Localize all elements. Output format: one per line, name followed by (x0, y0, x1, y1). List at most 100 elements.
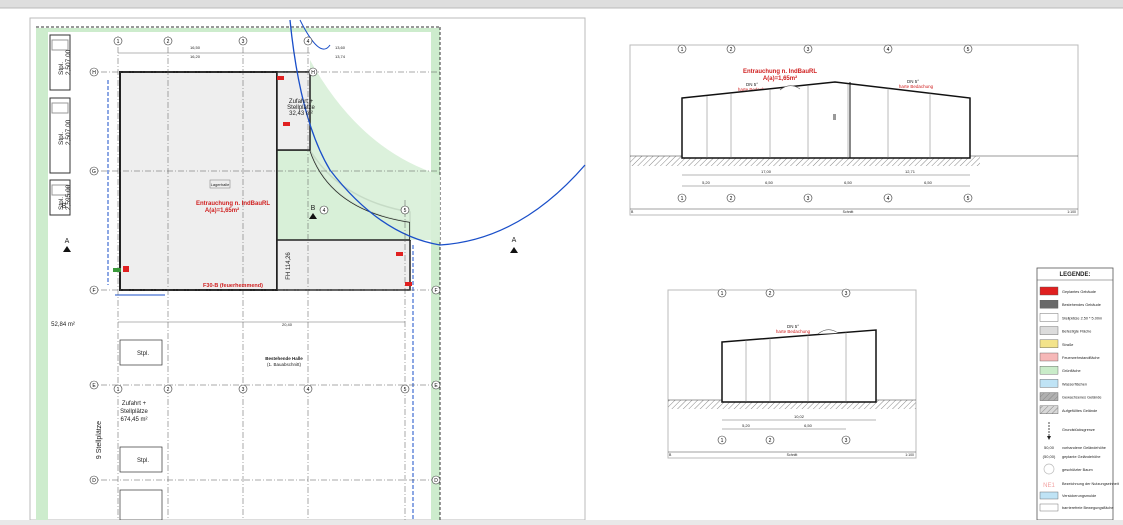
section-1-building (681, 81, 971, 159)
grid-col-4-bottom: 4 (307, 387, 310, 393)
section-1-axis-2: 2 (730, 47, 733, 53)
parking-lot-2-label: Stpl. (137, 458, 149, 464)
legend: LEGENDE: Geplantes Gebäude Bestehendes Ge… (1036, 267, 1120, 521)
dim-top-4: 13,74 (335, 54, 346, 59)
access-area: 32,43 m² (289, 111, 313, 117)
grid-col-4b: 4 (323, 208, 326, 214)
dim-top-2: 16,20 (190, 54, 201, 59)
section-1-dim-2: 6,50 (765, 180, 774, 185)
drawing-sheet: Stpl.2,507.00 Stpl.2,507.00 Stpl.2,595.0… (0, 0, 1123, 521)
section-2-axis-1: 1 (721, 291, 724, 297)
section-2-roof-sub: harte Bedachung (776, 329, 811, 334)
sealing-symbol (1039, 491, 1059, 500)
nine-parking-label: 9 Stellplätze (96, 421, 103, 459)
access2-sub: Stellplätze (120, 409, 148, 415)
section-2-dim-2: 6,50 (804, 423, 813, 428)
grid-col-3: 3 (242, 39, 245, 45)
section-2-axis-2: 2 (769, 291, 772, 297)
green-strip-right (431, 28, 440, 520)
grid-row-h-right: H (311, 70, 315, 76)
legend-elev-2-value: (50,00) (1043, 454, 1056, 459)
section-view-2: DN 5° harte Bedachung 1 2 3 1 2 3 10,02 … (667, 288, 917, 459)
smoke-vent-title: Entrauchung n. IndBauRL (196, 201, 270, 207)
legend-swatch (1039, 366, 1059, 375)
smoke-vent-area: A(a)=1,65m² (205, 207, 239, 214)
legend-swatch (1039, 286, 1059, 296)
legend-item-label: Stellplätze 2.50 * 5.00m (1062, 316, 1102, 320)
planned-building (119, 71, 278, 291)
section-2-axis-2-bottom: 2 (769, 438, 772, 444)
ne-symbol: NE1 (1043, 483, 1055, 489)
section-b-left: B (62, 203, 67, 210)
section-2-footer-right: 1:100 (905, 453, 914, 457)
plan-drawing: Stpl.2,507.00 Stpl.2,507.00 Stpl.2,595.0… (0, 0, 1123, 521)
section-1-dim-1: 5,20 (702, 180, 711, 185)
grid-row-g: G (92, 169, 96, 175)
section-2-total: 10,02 (794, 414, 805, 419)
legend-item-label: Aufgefülltes Gelände (1062, 409, 1097, 413)
grid-row-f-right: F (434, 288, 437, 294)
grid-col-1-bottom: 1 (117, 387, 120, 393)
legend-item-label: Straße (1062, 343, 1073, 347)
section-a-right: A (512, 237, 517, 244)
section-1-roof-right-sub: harte Bedachung (899, 84, 934, 89)
section-1-title: Entrauchung n. IndBauRL (743, 69, 817, 75)
grid-col-5-bottom: 5 (404, 387, 407, 393)
grid-col-3-bottom: 3 (242, 387, 245, 393)
section-1-dim-4: 6,50 (924, 180, 933, 185)
section-1-axis-3-bottom: 3 (807, 196, 810, 202)
legend-elev-1-value: 50,00 (1044, 445, 1055, 450)
section-1-axis-1-bottom: 1 (681, 196, 684, 202)
legend-boundary: Grundstücksgrenze (1062, 428, 1095, 432)
section-2-dim-1: 5,20 (742, 423, 751, 428)
legend-ne: Bezeichnung der Nutzungseinheit (1062, 482, 1120, 486)
legend-item-label: Geplantes Gebäude (1062, 290, 1096, 294)
barrier-free-symbol (1039, 503, 1059, 512)
dim-top-3: 13,60 (335, 45, 346, 50)
grid-row-h: H (92, 70, 96, 76)
legend-swatch (1039, 352, 1059, 362)
legend-swatch (1039, 379, 1059, 388)
legend-barrier-free: barrierefreie Bewegungsfläche (1062, 506, 1114, 510)
section-2-building (721, 329, 877, 403)
section-1-area: A(a)=1,65m² (763, 75, 797, 82)
legend-item-label: Befestigte Fläche (1062, 330, 1091, 334)
section-1-total-right: 12,71 (905, 169, 916, 174)
green-area-value: 52,84 m² (51, 322, 75, 328)
section-a-left: A (65, 238, 70, 245)
legend-item-label: Feuerwehrstandfläche (1062, 356, 1100, 360)
green-strip-left (36, 28, 48, 520)
legend-swatch (1039, 339, 1059, 348)
legend-elev-1: vorhandene Geländehöhe (1062, 446, 1106, 450)
section-1-total: 17,00 (761, 169, 772, 174)
section-2-axis-3-bottom: 3 (845, 438, 848, 444)
section-1-axis-3: 3 (807, 47, 810, 53)
fh-label: FH 114,26 (286, 252, 292, 280)
legend-item-label: Bestehendes Gebäude (1062, 303, 1101, 307)
section-1-footer-mid: Schnitt (843, 210, 854, 214)
grid-col-1: 1 (117, 39, 120, 45)
legend-swatch (1039, 313, 1059, 322)
existing-hall-sub: (1. Bauabschnitt) (267, 362, 302, 367)
legend-item-label: Gewachsenes Gelände (1062, 396, 1101, 400)
section-1-footer-right: 1:100 (1067, 210, 1076, 214)
parking-lot-1-label: Stpl. (137, 351, 149, 357)
dim-top-1: 16,50 (190, 45, 201, 50)
section-b-mid: B (311, 205, 316, 212)
top-toolbar-strip (0, 0, 1123, 8)
access2-area: 674,45 m² (120, 417, 147, 423)
section-2-footer-mid: Schnitt (787, 453, 798, 457)
section-2-axis-3: 3 (845, 291, 848, 297)
section-1-axis-4-bottom: 4 (887, 196, 890, 202)
section-2-axis-1-bottom: 1 (721, 438, 724, 444)
existing-hall-label: Bestehende Halle (265, 356, 303, 361)
section-1-axis-5: 5 (967, 47, 970, 53)
grid-col-5: 5 (404, 208, 407, 214)
legend-title: LEGENDE: (1059, 272, 1090, 278)
grid-row-d: D (92, 478, 96, 484)
fire-wall-label: F30-B (feuerhemmend) (203, 283, 263, 289)
legend-swatch (1039, 300, 1059, 309)
access2-title: Zufahrt + (122, 401, 147, 407)
legend-swatch (1039, 326, 1059, 335)
legend-sealing: Versickerungsmulde (1062, 494, 1096, 498)
